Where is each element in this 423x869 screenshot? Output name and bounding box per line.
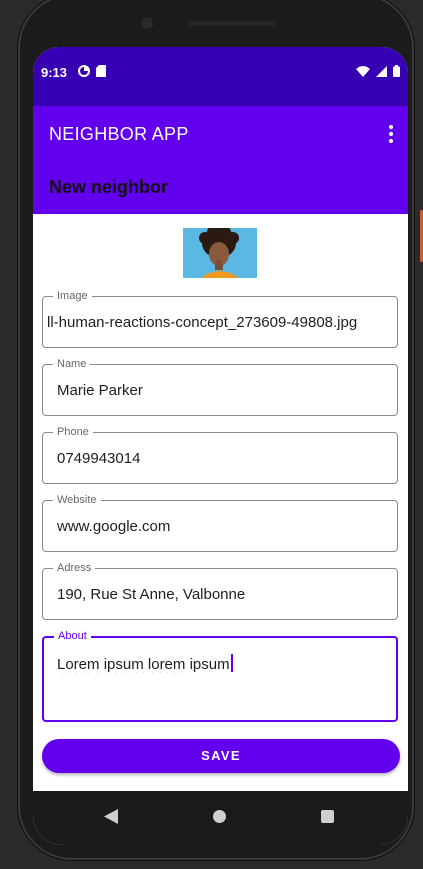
about-word: Lorem	[57, 656, 100, 673]
battery-icon	[393, 65, 400, 77]
signal-icon	[376, 65, 387, 77]
name-input[interactable]: Marie Parker	[57, 382, 389, 399]
address-field[interactable]: Adress 190, Rue St Anne, Valbonne	[42, 561, 398, 620]
website-label: Website	[53, 493, 101, 507]
about-label: About	[54, 629, 91, 643]
save-button[interactable]: SAVE	[42, 739, 400, 773]
about-input[interactable]: Lorem ipsum lorem ipsum	[57, 654, 388, 673]
phone-input[interactable]: 0749943014	[57, 450, 389, 467]
app-title: NEIGHBOR APP	[49, 124, 189, 144]
about-word: lorem	[147, 656, 186, 673]
name-field[interactable]: Name Marie Parker	[42, 357, 398, 416]
phone-label: Phone	[53, 425, 93, 439]
address-input[interactable]: 190, Rue St Anne, Valbonne	[57, 586, 389, 603]
recents-icon[interactable]	[321, 810, 334, 823]
status-bar: 9:13	[33, 47, 408, 106]
page-header: New neighbor	[33, 162, 408, 214]
wifi-icon	[356, 65, 370, 77]
data-saver-icon	[78, 65, 90, 77]
website-input[interactable]: www.google.com	[57, 518, 389, 535]
neighbor-form: Image ll-human-reactions-concept_273609-…	[33, 214, 408, 792]
address-label: Adress	[53, 561, 96, 575]
image-label: Image	[53, 289, 92, 303]
phone-field[interactable]: Phone 0749943014	[42, 425, 398, 484]
front-camera	[138, 14, 156, 32]
status-time: 9:13	[41, 65, 68, 80]
speaker-grille	[188, 21, 276, 26]
home-icon[interactable]	[213, 810, 226, 823]
neighbor-avatar[interactable]	[183, 228, 257, 278]
text-cursor	[230, 654, 233, 672]
website-field[interactable]: Website www.google.com	[42, 493, 398, 552]
about-word: ipsum	[189, 656, 230, 673]
app-bar: NEIGHBOR APP	[33, 106, 408, 162]
navigation-bar	[33, 791, 408, 845]
image-field[interactable]: Image ll-human-reactions-concept_273609-…	[42, 289, 398, 348]
about-word: ipsum	[103, 656, 144, 673]
image-input[interactable]: ll-human-reactions-concept_273609-49808.…	[47, 314, 389, 331]
name-label: Name	[53, 357, 91, 371]
about-field[interactable]: About Lorem ipsum lorem ipsum	[42, 629, 398, 722]
phone-screen: 9:13 NEIGHBOR APP New neighbor Image ll-…	[33, 47, 408, 845]
back-icon[interactable]	[104, 809, 118, 824]
sd-card-icon	[96, 65, 106, 77]
more-vert-icon[interactable]	[388, 125, 394, 143]
page-title: New neighbor	[49, 177, 169, 197]
